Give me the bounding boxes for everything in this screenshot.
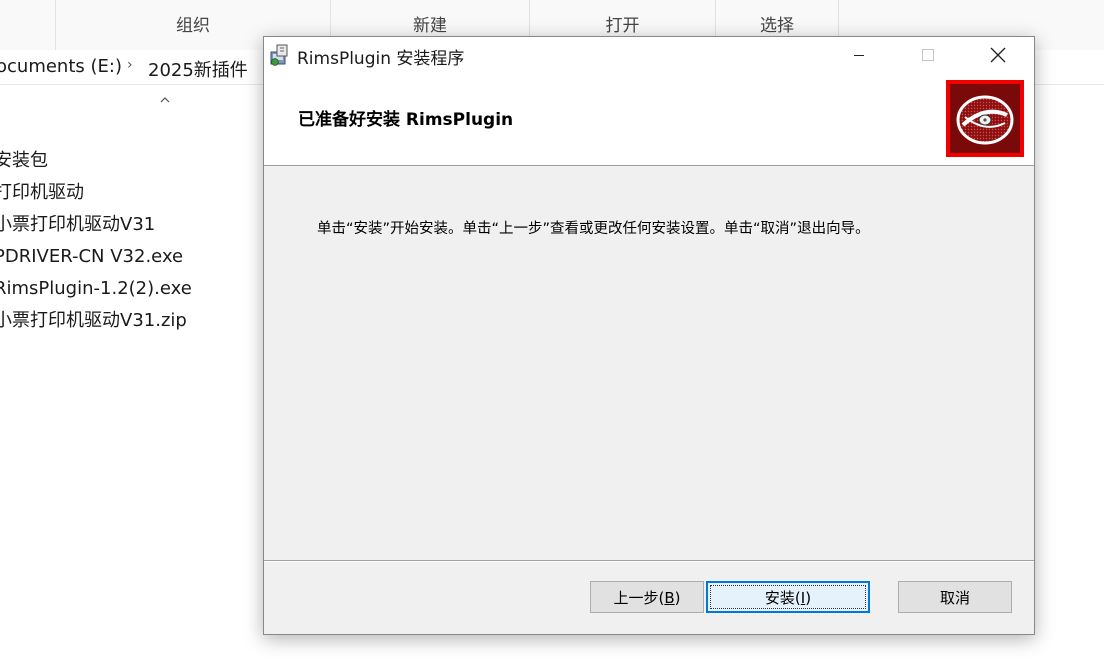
dialog-title: RimsPlugin 安装程序 bbox=[297, 49, 465, 69]
header-logo bbox=[946, 80, 1024, 157]
cancel-button-label: 取消 bbox=[939, 588, 970, 607]
dialog-header: 已准备好安装 RimsPlugin bbox=[264, 73, 1034, 166]
sort-caret-up-icon[interactable] bbox=[160, 95, 170, 105]
ribbon-group-label: 打开 bbox=[605, 16, 640, 36]
file-list: 安装包 打印机驱动 小票打印机驱动V31 PDRIVER-CN V32.exe … bbox=[0, 145, 192, 337]
cancel-button[interactable]: 取消 bbox=[898, 581, 1012, 613]
close-icon bbox=[990, 47, 1006, 63]
maximize-button bbox=[905, 37, 951, 73]
file-list-item[interactable]: 打印机驱动 bbox=[0, 177, 192, 209]
maximize-icon bbox=[922, 49, 934, 61]
ribbon-group-label: 新建 bbox=[413, 16, 447, 36]
file-list-item[interactable]: RimsPlugin-1.2(2).exe bbox=[0, 273, 192, 305]
file-list-item[interactable]: 小票打印机驱动V31 bbox=[0, 209, 192, 241]
close-button[interactable] bbox=[975, 37, 1021, 73]
ribbon-group-label: 选择 bbox=[760, 16, 794, 36]
file-list-item[interactable]: 小票打印机驱动V31.zip bbox=[0, 305, 192, 337]
footer-divider bbox=[264, 560, 1034, 562]
installer-icon bbox=[270, 44, 288, 66]
file-list-item[interactable]: PDRIVER-CN V32.exe bbox=[0, 241, 192, 273]
instruction-text: 单击“安装”开始安装。单击“上一步”查看或更改任何安装设置。单击“取消”退出向导… bbox=[317, 221, 870, 237]
installer-dialog: RimsPlugin 安装程序 已准备好安装 RimsPlugin 单击“安装”… bbox=[263, 36, 1035, 635]
minimize-icon bbox=[854, 55, 864, 56]
chevron-right-icon[interactable]: › bbox=[127, 57, 133, 73]
minimize-button[interactable] bbox=[836, 37, 882, 73]
header-title: 已准备好安装 RimsPlugin bbox=[298, 110, 514, 130]
ribbon-group-label: 组织 bbox=[176, 16, 210, 36]
file-list-item[interactable]: 安装包 bbox=[0, 145, 192, 177]
back-button[interactable]: 上一步(B) bbox=[590, 581, 704, 613]
install-button[interactable]: 安装(I) bbox=[706, 581, 870, 613]
breadcrumb-folder[interactable]: 2025新插件 bbox=[148, 56, 248, 82]
disc-logo-icon bbox=[956, 95, 1014, 144]
back-button-label: 上一步 bbox=[613, 588, 659, 607]
back-button-mnemonic: B bbox=[664, 588, 675, 607]
dialog-titlebar[interactable]: RimsPlugin 安装程序 bbox=[264, 37, 1034, 73]
focus-rectangle bbox=[710, 585, 866, 609]
breadcrumb-drive[interactable]: ocuments (E:) bbox=[0, 56, 122, 77]
